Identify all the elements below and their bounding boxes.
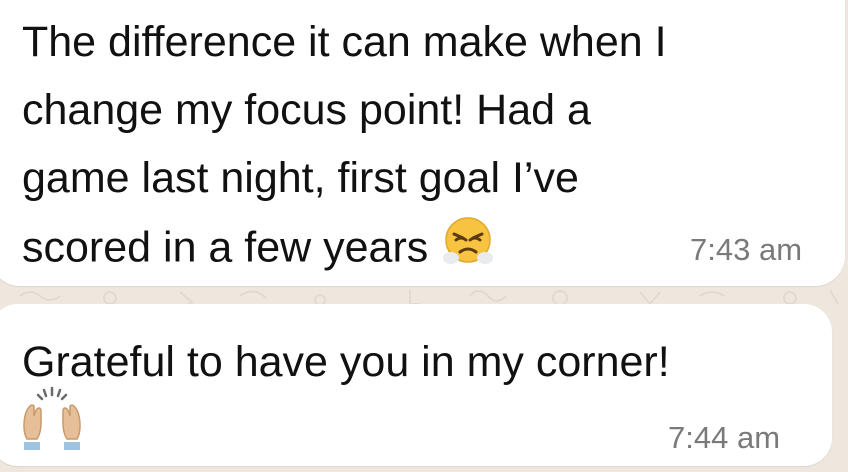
face-with-steam-from-nose-icon [440,212,496,288]
message-bubble[interactable]: The difference it can make when I change… [0,0,845,286]
message-text: Grateful to have you in my corner! [22,338,670,386]
message-text: The difference it can make when I change… [22,8,742,288]
raising-hands-icon [20,386,84,455]
message-timestamp: 7:44 am [668,420,781,455]
message-bubble[interactable]: Grateful to have you in my corner! 7:44 … [0,304,832,466]
message-timestamp: 7:43 am [690,232,803,267]
